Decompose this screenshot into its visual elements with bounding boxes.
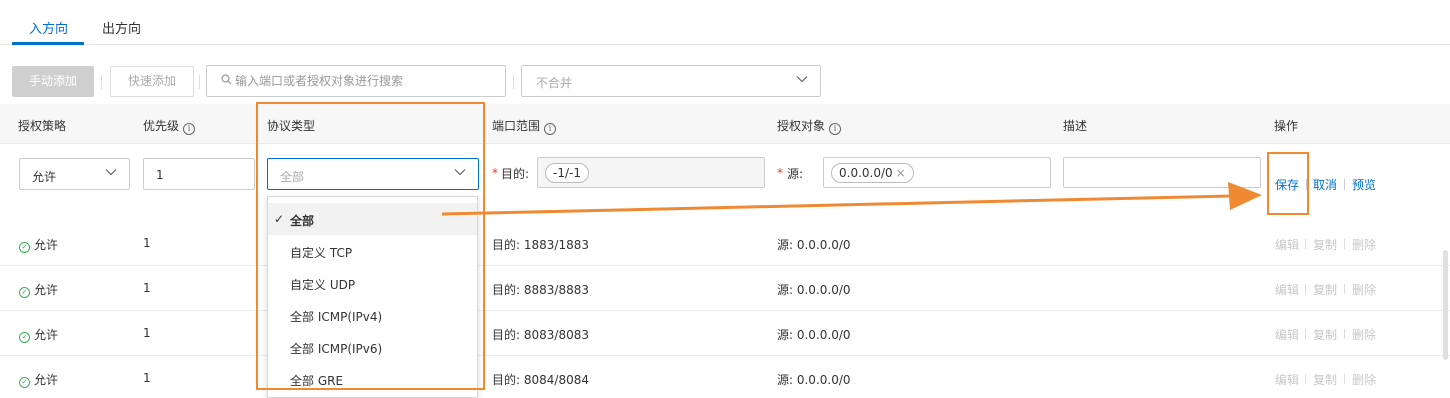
scrollbar[interactable] — [1443, 250, 1448, 360]
annotation-arrow — [441, 182, 1262, 216]
